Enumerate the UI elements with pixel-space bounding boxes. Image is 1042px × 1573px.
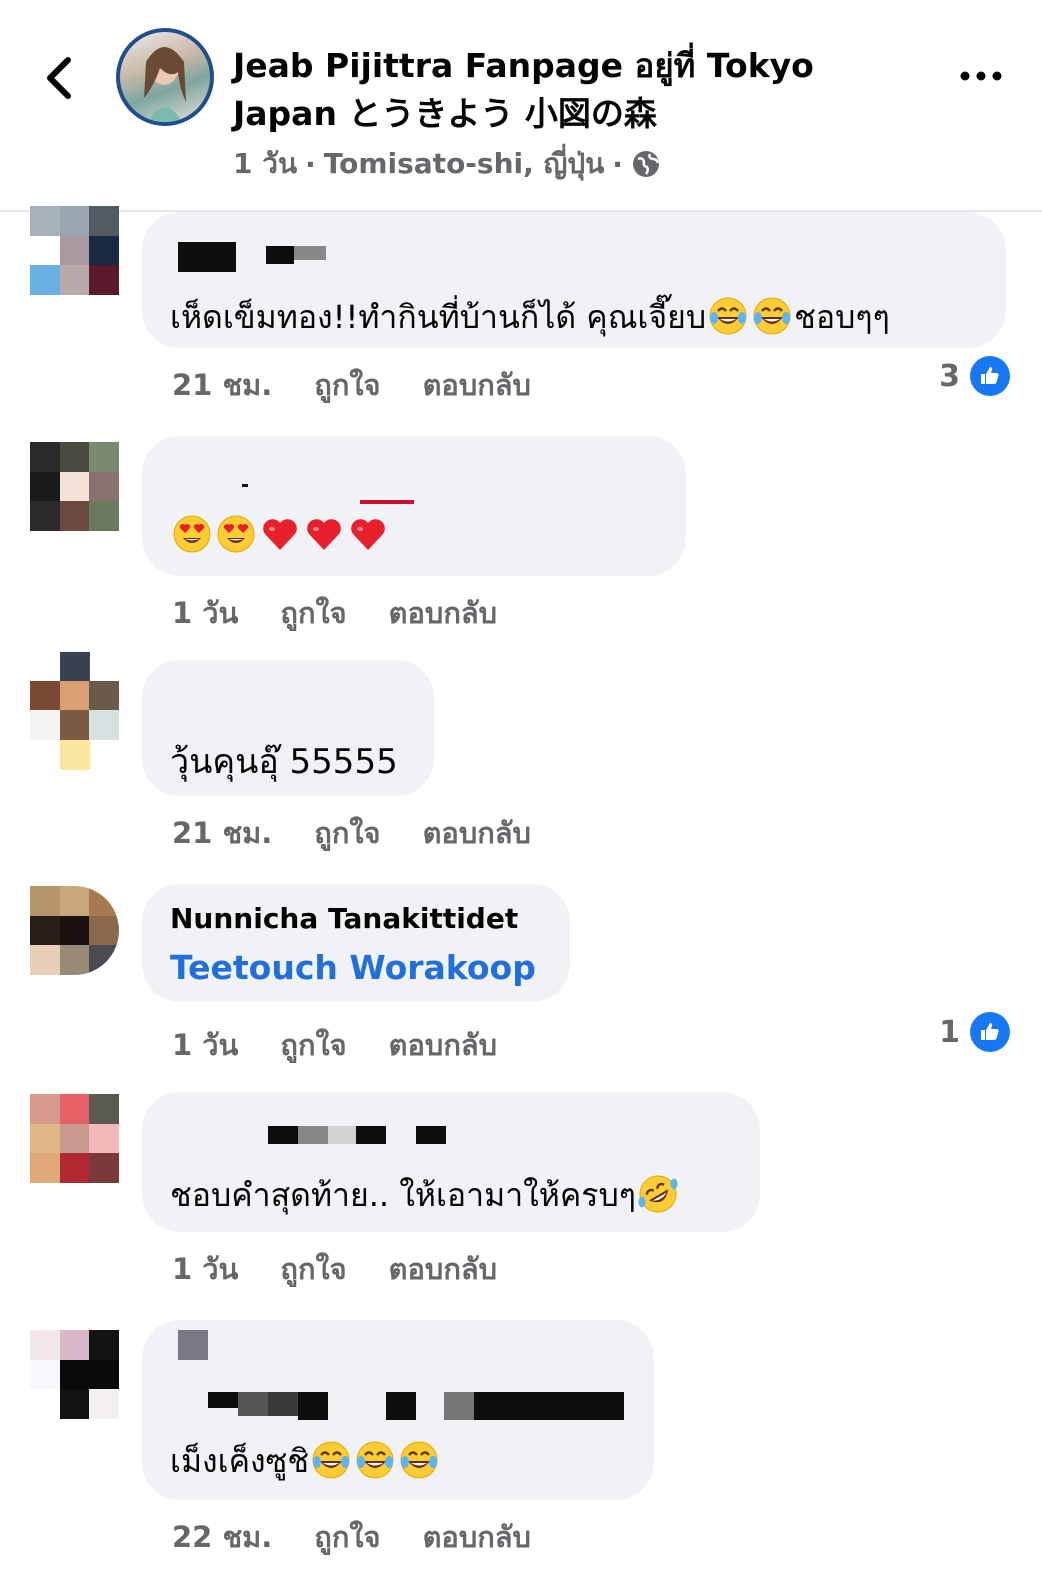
like-button[interactable]: ถูกใจ: [280, 1246, 346, 1292]
chevron-left-icon[interactable]: [38, 52, 82, 104]
post-time[interactable]: 1 วัน: [233, 142, 297, 186]
redacted-name: [242, 484, 248, 487]
like-button[interactable]: ถูกใจ: [314, 810, 380, 856]
comment-time[interactable]: 21 ชม.: [172, 362, 272, 408]
comment-item: Nunnicha Tanakittidet Teetouch Worakoop …: [0, 884, 1042, 1084]
post-location[interactable]: Tomisato-shi, ญี่ปุ่น: [324, 142, 605, 186]
page-title[interactable]: Jeab Pijittra Fanpage อยู่ที่ Tokyo Japa…: [233, 42, 873, 138]
redacted-name: [294, 246, 326, 260]
heart-eyes-icon: [172, 514, 212, 554]
like-button[interactable]: ถูกใจ: [280, 590, 346, 636]
comment-text: วุ้นคุนอุ๊ 55555: [170, 742, 398, 782]
comment-text: ชอบคำสุดท้าย.. ให้เอามาให้ครบๆ: [170, 1170, 680, 1221]
meta-separator: ·: [612, 147, 623, 181]
comment-text: เห็ดเข็มทอง!!ทำกินที่บ้านก็ได้ คุณเจี๊ยบ…: [170, 296, 890, 336]
comment-bubble: วุ้นคุนอุ๊ 55555: [142, 660, 434, 796]
reply-button[interactable]: ตอบกลับ: [389, 590, 497, 636]
face-with-tears-of-joy-icon: [708, 296, 748, 336]
red-heart-icon: [304, 514, 344, 554]
comment-bubble: เห็ดเข็มทอง!!ทำกินที่บ้านก็ได้ คุณเจี๊ยบ…: [142, 212, 1006, 348]
redacted-name: [268, 1392, 298, 1416]
reply-button[interactable]: ตอบกลับ: [389, 1246, 497, 1292]
redacted-name: [266, 246, 294, 264]
like-reaction-icon: [970, 356, 1010, 396]
redacted-name: [328, 1126, 356, 1144]
like-button[interactable]: ถูกใจ: [280, 1022, 346, 1068]
redacted-name: [208, 1392, 238, 1408]
comment-time[interactable]: 21 ชม.: [172, 810, 272, 856]
comment-actions: 1 วัน ถูกใจ ตอบกลับ: [172, 1246, 497, 1292]
comment-bubble: Nunnicha Tanakittidet Teetouch Worakoop: [142, 884, 570, 1002]
more-horizontal-icon[interactable]: [955, 58, 1007, 94]
like-reaction-icon: [970, 1012, 1010, 1052]
redacted-name: [360, 500, 414, 504]
commenter-avatar[interactable]: [30, 1094, 119, 1183]
redacted-name: [178, 1330, 208, 1360]
comment-bubble: [142, 436, 686, 576]
redacted-name: [444, 1392, 474, 1420]
mention-link[interactable]: Teetouch Worakoop: [170, 948, 536, 987]
heart-eyes-icon: [216, 514, 256, 554]
redacted-name: [268, 1126, 298, 1144]
redacted-name: [416, 1126, 446, 1144]
comment-actions: 1 วัน ถูกใจ ตอบกลับ: [172, 1022, 497, 1068]
globe-icon: [632, 151, 660, 177]
redacted-name: [178, 242, 236, 272]
reaction-count[interactable]: 3: [939, 356, 1010, 396]
face-with-tears-of-joy-icon: [355, 1440, 395, 1480]
redacted-name: [474, 1392, 624, 1420]
redacted-name: [298, 1392, 328, 1420]
reply-button[interactable]: ตอบกลับ: [423, 362, 531, 408]
comment-time[interactable]: 22 ชม.: [172, 1514, 272, 1560]
comment-time[interactable]: 1 วัน: [172, 1246, 238, 1292]
reaction-count-number: 3: [939, 358, 960, 394]
rolling-on-floor-laughing-icon: [638, 1174, 678, 1214]
commenter-name[interactable]: Nunnicha Tanakittidet: [170, 902, 518, 935]
reply-button[interactable]: ตอบกลับ: [389, 1022, 497, 1068]
post-header: Jeab Pijittra Fanpage อยู่ที่ Tokyo Japa…: [0, 0, 1042, 212]
comment-time[interactable]: 1 วัน: [172, 1022, 238, 1068]
meta-separator: ·: [305, 147, 316, 181]
comment-actions: 21 ชม. ถูกใจ ตอบกลับ: [172, 362, 531, 408]
post-meta: 1 วัน · Tomisato-shi, ญี่ปุ่น ·: [233, 142, 661, 186]
comment-item: เม็งเค็งซูชิ 22 ชม. ถูกใจ ตอบกลับ: [0, 1320, 1042, 1573]
comment-actions: 22 ชม. ถูกใจ ตอบกลับ: [172, 1514, 531, 1560]
redacted-name: [386, 1392, 416, 1420]
commenter-avatar[interactable]: [30, 442, 119, 531]
face-with-tears-of-joy-icon: [399, 1440, 439, 1480]
commenter-avatar[interactable]: [30, 206, 119, 295]
comment-time[interactable]: 1 วัน: [172, 590, 238, 636]
face-with-tears-of-joy-icon: [752, 296, 792, 336]
commenter-avatar[interactable]: [30, 886, 119, 975]
redacted-name: [298, 1126, 328, 1144]
comment-text: เม็งเค็งซูชิ: [170, 1436, 441, 1487]
like-button[interactable]: ถูกใจ: [314, 362, 380, 408]
reaction-count-number: 1: [939, 1014, 960, 1050]
commenter-avatar[interactable]: [30, 652, 119, 770]
comment-bubble: เม็งเค็งซูชิ: [142, 1320, 654, 1500]
comment-actions: 1 วัน ถูกใจ ตอบกลับ: [172, 590, 497, 636]
red-heart-icon: [348, 514, 388, 554]
reaction-count[interactable]: 1: [939, 1012, 1010, 1052]
like-button[interactable]: ถูกใจ: [314, 1514, 380, 1560]
comment-actions: 21 ชม. ถูกใจ ตอบกลับ: [172, 810, 531, 856]
red-heart-icon: [260, 514, 300, 554]
reply-button[interactable]: ตอบกลับ: [423, 810, 531, 856]
comment-text: [170, 514, 390, 554]
comment-item: เห็ดเข็มทอง!!ทำกินที่บ้านก็ได้ คุณเจี๊ยบ…: [0, 206, 1042, 406]
comment-bubble: ชอบคำสุดท้าย.. ให้เอามาให้ครบๆ: [142, 1092, 760, 1232]
comment-item: ชอบคำสุดท้าย.. ให้เอามาให้ครบๆ 1 วัน ถูก…: [0, 1092, 1042, 1292]
redacted-name: [356, 1126, 386, 1144]
page-avatar[interactable]: [116, 28, 214, 126]
comment-item: วุ้นคุนอุ๊ 55555 21 ชม. ถูกใจ ตอบกลับ: [0, 652, 1042, 862]
redacted-name: [238, 1392, 268, 1416]
reply-button[interactable]: ตอบกลับ: [423, 1514, 531, 1560]
comment-item: 1 วัน ถูกใจ ตอบกลับ: [0, 436, 1042, 636]
commenter-avatar[interactable]: [30, 1330, 119, 1419]
face-with-tears-of-joy-icon: [311, 1440, 351, 1480]
